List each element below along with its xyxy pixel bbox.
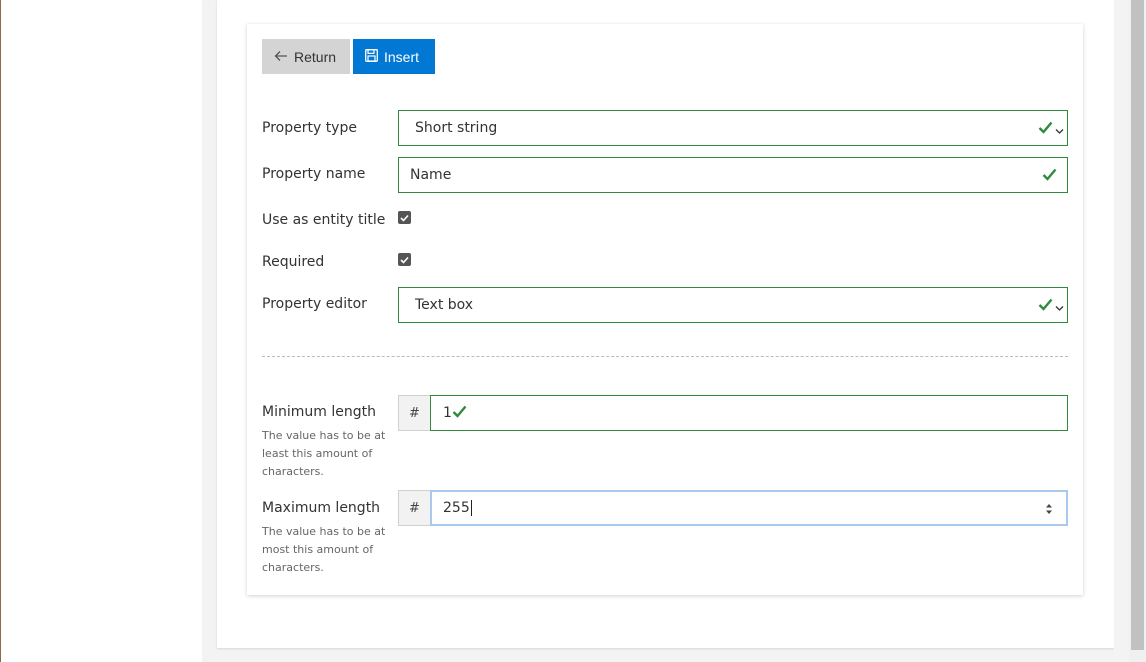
return-button[interactable]: Return bbox=[262, 39, 350, 74]
max-length-value: 255 bbox=[443, 500, 470, 516]
max-length-label: Maximum length bbox=[262, 500, 381, 516]
property-name-value: Name bbox=[410, 167, 452, 183]
property-editor-label: Property editor bbox=[262, 296, 367, 312]
required-checkbox[interactable] bbox=[398, 253, 411, 266]
save-icon bbox=[365, 48, 378, 65]
property-name-input[interactable]: Name bbox=[398, 157, 1068, 193]
min-length-help: The value has to be at least this amount… bbox=[262, 429, 386, 478]
chevron-down-icon bbox=[1055, 123, 1064, 139]
chevron-down-icon bbox=[1055, 300, 1064, 316]
return-button-label: Return bbox=[294, 48, 337, 65]
right-gutter bbox=[1114, 0, 1129, 662]
number-spinner-icon[interactable] bbox=[1044, 501, 1054, 517]
property-editor-value: Text box bbox=[415, 297, 474, 313]
min-length-input[interactable]: 1 bbox=[430, 395, 1068, 431]
section-divider bbox=[262, 356, 1068, 357]
property-name-label: Property name bbox=[262, 166, 366, 182]
hash-addon: # bbox=[398, 395, 431, 431]
property-type-value: Short string bbox=[415, 120, 498, 136]
checkmark-icon bbox=[1038, 121, 1053, 138]
use-as-title-checkbox[interactable] bbox=[398, 211, 411, 224]
arrow-left-icon bbox=[274, 49, 288, 65]
checkmark-icon bbox=[1042, 168, 1057, 185]
scrollbar-thumb[interactable] bbox=[1131, 0, 1144, 650]
use-as-title-label: Use as entity title bbox=[262, 212, 386, 228]
checkmark-icon bbox=[1038, 298, 1053, 315]
max-length-input[interactable]: 255 bbox=[430, 490, 1068, 526]
required-label: Required bbox=[262, 254, 325, 270]
property-type-label: Property type bbox=[262, 120, 357, 136]
text-caret bbox=[470, 500, 472, 516]
checkmark-icon bbox=[452, 405, 467, 422]
min-length-value: 1 bbox=[443, 405, 452, 421]
min-length-label: Minimum length bbox=[262, 404, 376, 420]
max-length-help: The value has to be at most this amount … bbox=[262, 525, 386, 574]
insert-button[interactable]: Insert bbox=[353, 39, 435, 74]
property-editor-select[interactable]: Text box bbox=[398, 287, 1068, 323]
insert-button-label: Insert bbox=[384, 48, 420, 65]
property-type-select[interactable]: Short string bbox=[398, 110, 1068, 146]
left-pane bbox=[0, 0, 202, 662]
left-gutter bbox=[202, 0, 218, 662]
hash-addon: # bbox=[398, 490, 431, 526]
